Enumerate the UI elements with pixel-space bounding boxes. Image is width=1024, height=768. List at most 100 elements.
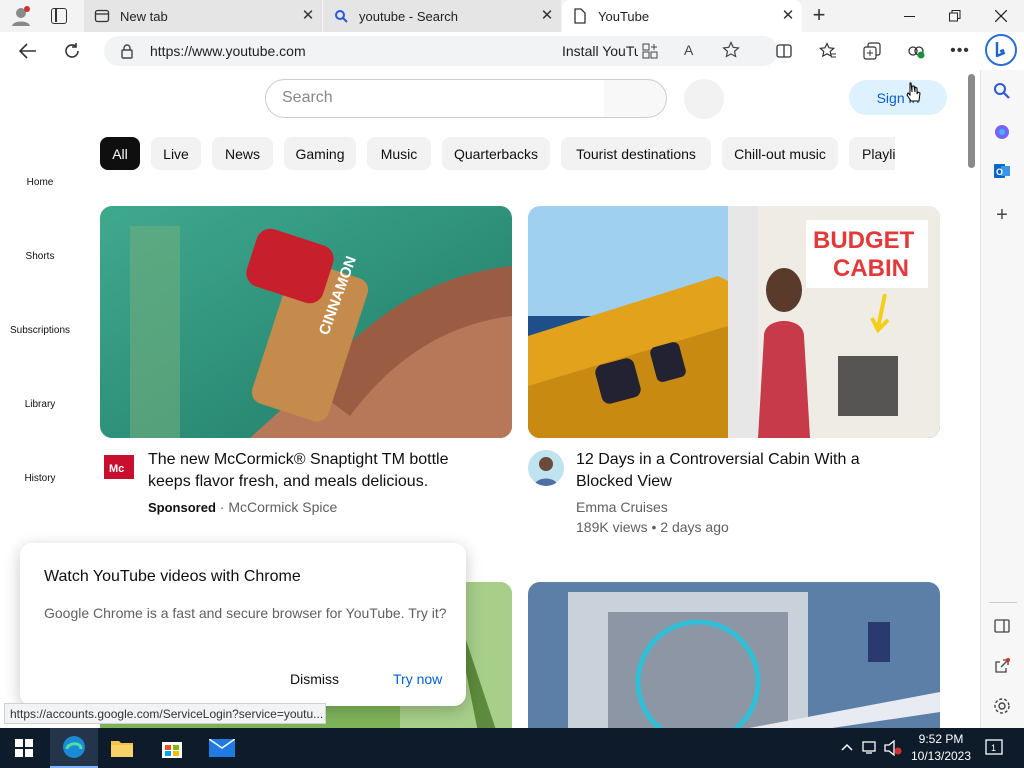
more-menu-icon[interactable]: ••• [945, 36, 975, 66]
lock-icon[interactable] [120, 43, 134, 59]
video-thumbnail[interactable] [528, 582, 940, 728]
channel-name[interactable]: McCormick Spice [228, 499, 337, 515]
close-icon[interactable]: ✕ [780, 8, 796, 24]
new-tab-button[interactable]: + [806, 2, 832, 30]
split-screen-icon[interactable] [769, 36, 799, 66]
try-now-button[interactable]: Try now [393, 671, 442, 687]
outlook-icon[interactable]: O [991, 160, 1013, 182]
tab-label: New tab [120, 8, 168, 24]
page-scrollbar[interactable] [964, 70, 980, 728]
address-bar[interactable]: https://www.youtube.com Install YouTube … [104, 36, 778, 66]
video-thumbnail-mccormick[interactable]: CINNAMON [100, 206, 512, 438]
sign-in-button[interactable]: Sign in [849, 80, 947, 115]
volume-icon[interactable] [884, 739, 902, 757]
close-icon[interactable]: ✕ [300, 8, 316, 24]
chip-tourist-destinations[interactable]: Tourist destinations [561, 137, 711, 170]
chip-playlists[interactable]: Playlists [849, 137, 895, 170]
search-placeholder: Search [282, 89, 333, 106]
tab-youtube-search[interactable]: youtube - Search ✕ [323, 0, 561, 32]
refresh-button[interactable] [57, 36, 87, 66]
guide-home[interactable]: Home [0, 177, 80, 188]
search-icon[interactable] [991, 80, 1013, 102]
taskbar-clock[interactable]: 9:52 PM 10/13/2023 [910, 731, 972, 765]
search-icon [333, 8, 349, 24]
tab-actions-icon[interactable] [51, 8, 67, 24]
chip-music[interactable]: Music [367, 137, 431, 170]
profile-icon[interactable] [10, 5, 32, 27]
guide-shorts[interactable]: Shorts [0, 251, 80, 262]
bing-copilot-icon[interactable] [984, 33, 1018, 67]
dialog-body: Google Chrome is a fast and secure brows… [44, 605, 447, 621]
search-button[interactable] [604, 79, 667, 118]
tab-new-tab[interactable]: New tab ✕ [84, 0, 322, 32]
read-aloud-icon[interactable]: A [684, 42, 702, 60]
meta-separator: · [219, 499, 225, 515]
external-link-icon[interactable] [991, 655, 1013, 677]
store-icon[interactable] [148, 728, 196, 768]
chevron-up-icon[interactable] [840, 740, 854, 754]
settings-gear-icon[interactable] [991, 695, 1013, 717]
start-button[interactable] [0, 728, 48, 768]
minimize-button[interactable] [886, 0, 932, 32]
back-button[interactable] [13, 36, 43, 66]
chip-news[interactable]: News [212, 137, 273, 170]
copilot-icon[interactable] [991, 121, 1013, 143]
install-app-label[interactable]: Install YouTube [562, 43, 638, 59]
video-thumbnail-cruise-cabin[interactable]: BUDGET CABIN [528, 206, 940, 438]
edge-sidebar: O + [980, 70, 1024, 728]
collections-icon[interactable] [857, 36, 887, 66]
favorite-star-icon[interactable] [722, 41, 740, 59]
network-icon[interactable] [862, 740, 878, 756]
close-window-button[interactable] [978, 0, 1024, 32]
voice-search-button[interactable] [684, 79, 724, 119]
svg-text:1: 1 [991, 743, 996, 753]
notification-icon[interactable]: 1 [984, 738, 1004, 758]
svg-text:Mc: Mc [109, 463, 124, 475]
link-status-bar: https://accounts.google.com/ServiceLogin… [4, 703, 326, 724]
clock-time: 9:52 PM [918, 732, 964, 746]
guide-subscriptions[interactable]: Subscriptions [0, 325, 80, 336]
chip-quarterbacks[interactable]: Quarterbacks [442, 137, 550, 170]
dismiss-button[interactable]: Dismiss [290, 671, 339, 687]
chip-live[interactable]: Live [151, 137, 201, 170]
url-text[interactable]: https://www.youtube.com [150, 43, 306, 59]
browser-toolbar: https://www.youtube.com Install YouTube … [0, 32, 1024, 70]
close-icon[interactable]: ✕ [539, 8, 555, 24]
video-title[interactable]: The new McCormick® Snaptight TM bottle k… [148, 449, 488, 493]
chip-gaming[interactable]: Gaming [284, 137, 356, 170]
restore-button[interactable] [932, 0, 978, 32]
edge-taskbar-icon[interactable] [50, 728, 98, 768]
chip-all[interactable]: All [100, 137, 140, 170]
guide-library[interactable]: Library [0, 399, 80, 410]
sidebar-layout-icon[interactable] [991, 615, 1013, 637]
svg-text:O: O [996, 167, 1003, 177]
chip-chill-out-music[interactable]: Chill-out music [722, 137, 838, 170]
favorites-icon[interactable] [813, 36, 843, 66]
chrome-promo-dialog: Watch YouTube videos with Chrome Google … [20, 543, 466, 706]
mail-icon[interactable] [198, 728, 246, 768]
clock-date: 10/13/2023 [910, 749, 972, 763]
channel-name[interactable]: Emma Cruises [576, 499, 668, 515]
guide-history[interactable]: History [0, 473, 80, 484]
channel-avatar-mccormick[interactable]: Mc [104, 452, 140, 488]
video-title[interactable]: 12 Days in a Controversial Cabin With a … [576, 449, 896, 493]
document-icon [572, 8, 588, 24]
add-icon[interactable]: + [991, 204, 1013, 226]
browser-titlebar: New tab ✕ youtube - Search ✕ YouTube ✕ + [0, 0, 1024, 32]
search-input[interactable]: Search [265, 79, 605, 118]
file-explorer-icon[interactable] [98, 728, 146, 768]
divider [989, 602, 1017, 603]
scrollbar-thumb[interactable] [968, 74, 975, 168]
windows-taskbar: 9:52 PM 10/13/2023 1 [0, 728, 1024, 768]
sponsored-label: Sponsored [148, 500, 216, 515]
page-icon [94, 8, 110, 24]
tab-label: YouTube [598, 8, 650, 24]
thumb-text: BUDGET [813, 227, 915, 254]
channel-avatar-emma-cruises[interactable] [528, 450, 564, 486]
extensions-icon[interactable] [901, 36, 931, 66]
video-meta: Sponsored · McCormick Spice [148, 499, 337, 515]
chip-label: Playlists [862, 145, 895, 162]
tab-youtube[interactable]: YouTube ✕ [562, 0, 802, 32]
app-install-icon[interactable] [642, 43, 658, 59]
mouse-cursor-icon [906, 82, 922, 104]
